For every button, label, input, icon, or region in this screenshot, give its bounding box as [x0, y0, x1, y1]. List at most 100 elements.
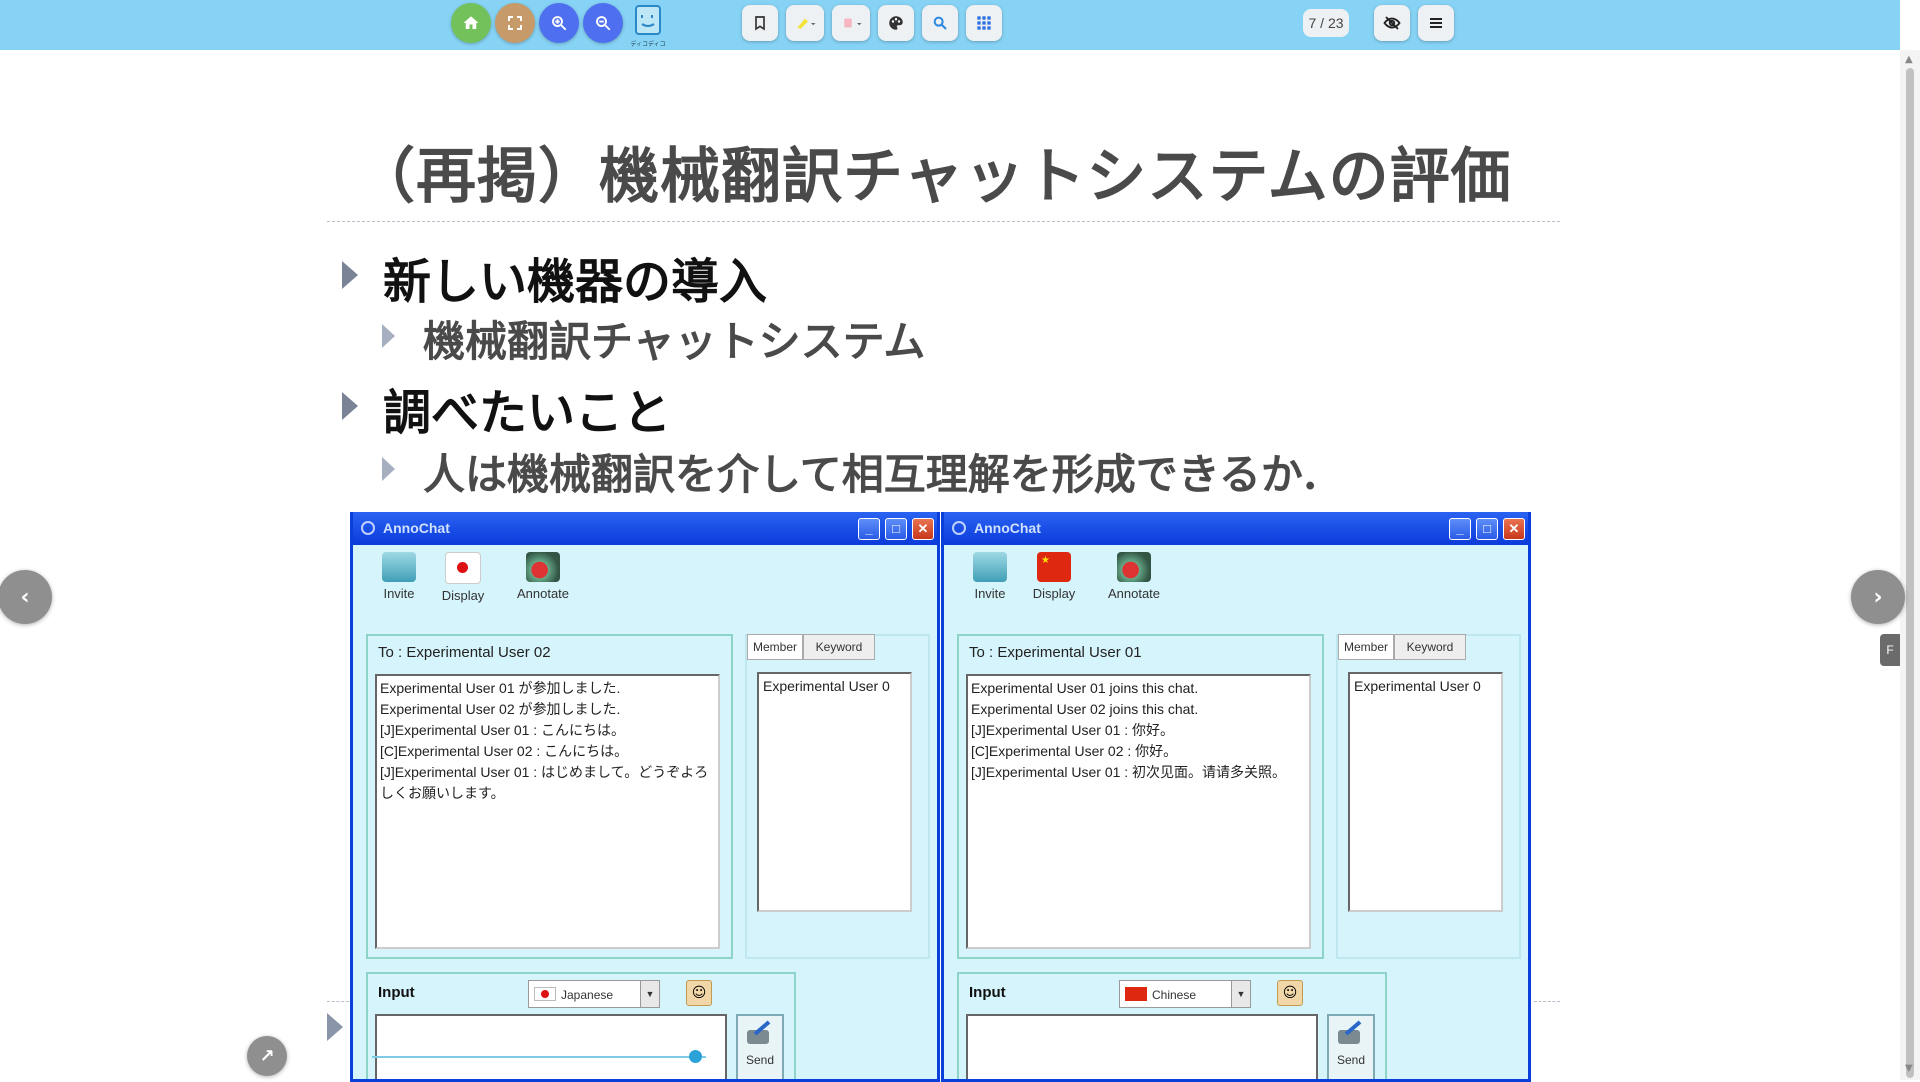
palette-icon: [889, 16, 903, 30]
zoom-in-button[interactable]: [539, 3, 579, 43]
chat-log[interactable]: Experimental User 01 が参加しました. Experiment…: [375, 674, 720, 949]
japan-flag-icon: [534, 987, 556, 1001]
fullscreen-button[interactable]: [495, 3, 535, 43]
hide-button[interactable]: [1374, 5, 1410, 41]
send-label: Send: [745, 1053, 775, 1067]
bookmark-button[interactable]: [742, 5, 778, 41]
search-button[interactable]: [922, 5, 958, 41]
app-icon: [361, 521, 375, 535]
language-select[interactable]: Chinese ▼: [1119, 980, 1251, 1008]
member-list[interactable]: Experimental User 0: [1348, 672, 1503, 912]
search-icon: [933, 16, 947, 30]
palette-button[interactable]: [878, 5, 914, 41]
maximize-button[interactable]: □: [885, 518, 907, 540]
input-label: Input: [378, 984, 415, 1001]
tab-keyword[interactable]: Keyword: [1394, 634, 1466, 660]
maximize-icon: □: [892, 521, 900, 536]
emoji-button[interactable]: ☺: [1277, 980, 1303, 1006]
zoom-in-icon: [552, 16, 567, 31]
minimize-icon: _: [1456, 521, 1464, 536]
input-panel: Input Japanese ▼ ☺ Send: [366, 972, 796, 1079]
message-input[interactable]: [375, 1014, 727, 1079]
dropdown-arrow-icon: ▼: [640, 981, 659, 1007]
member-list[interactable]: Experimental User 0: [757, 672, 912, 912]
home-icon: [463, 16, 479, 29]
send-label: Send: [1336, 1053, 1366, 1067]
logo-icon: [635, 5, 661, 35]
title-divider: [327, 221, 1560, 222]
zoom-out-button[interactable]: [583, 3, 623, 43]
invite-button[interactable]: Invite: [960, 552, 1020, 601]
emoji-button[interactable]: ☺: [686, 980, 712, 1006]
annotate-button[interactable]: Annotate: [1104, 552, 1164, 601]
bullet-level2: 機械翻訳チャットシステム: [423, 317, 926, 366]
minimize-button[interactable]: _: [1449, 518, 1471, 540]
close-button[interactable]: ✕: [1503, 518, 1525, 540]
menu-button[interactable]: [1418, 5, 1454, 41]
invite-icon: [382, 552, 416, 582]
menu-icon: [1430, 18, 1442, 28]
china-flag-icon: ★: [1037, 552, 1071, 582]
maximize-button[interactable]: □: [1476, 518, 1498, 540]
hide-icon: [1383, 16, 1401, 30]
scroll-up-icon[interactable]: ▲: [1905, 54, 1913, 65]
chat-log-panel: To : Experimental User 02 Experimental U…: [366, 634, 733, 959]
tab-member[interactable]: Member: [1338, 634, 1394, 660]
chat-window-chinese: AnnoChat _ □ ✕ Invite ★ Display Annotate…: [941, 512, 1531, 1082]
fullscreen-icon: [508, 16, 522, 30]
progress-track[interactable]: [372, 1056, 706, 1058]
prev-slide-button[interactable]: ‹: [0, 570, 52, 624]
scroll-down-icon[interactable]: ▼: [1905, 1063, 1913, 1074]
chat-message: [J]Experimental User 01 : はじめまして。どうぞよろしく…: [380, 764, 709, 801]
chat-message: Experimental User 02 が参加しました.: [380, 701, 621, 717]
japan-flag-icon: [445, 552, 481, 584]
next-divider: [1534, 1001, 1560, 1002]
recipient-label: To : Experimental User 01: [969, 644, 1142, 661]
language-select[interactable]: Japanese ▼: [528, 980, 660, 1008]
send-icon: [747, 1020, 771, 1044]
dropdown-arrow-icon: ▼: [1231, 981, 1250, 1007]
bullet-marker: [327, 1013, 343, 1041]
minimize-button[interactable]: _: [858, 518, 880, 540]
highlighter-button[interactable]: [786, 5, 824, 41]
home-button[interactable]: [451, 3, 491, 43]
page-indicator: 7 / 23: [1303, 9, 1349, 37]
chat-message: Experimental User 01 joins this chat.: [971, 680, 1199, 696]
grid-button[interactable]: [966, 5, 1002, 41]
display-button[interactable]: Display: [433, 552, 493, 603]
chat-message: [J]Experimental User 01 : こんにちは。: [380, 722, 626, 738]
tab-keyword[interactable]: Keyword: [803, 634, 875, 660]
annotate-label: Annotate: [1107, 586, 1161, 601]
eraser-icon: [844, 18, 862, 28]
message-input[interactable]: [966, 1014, 1318, 1079]
tab-member[interactable]: Member: [747, 634, 803, 660]
annotate-icon: [1117, 552, 1151, 582]
close-button[interactable]: ✕: [912, 518, 934, 540]
bullet-marker: [342, 261, 358, 289]
bullet-level1: 調べたいこと: [383, 385, 672, 441]
maximize-icon: □: [1483, 521, 1491, 536]
chat-message: [C]Experimental User 02 : こんにちは。: [380, 743, 629, 759]
progress-handle[interactable]: [689, 1050, 702, 1063]
invite-button[interactable]: Invite: [369, 552, 429, 601]
expand-button[interactable]: ↗: [247, 1036, 287, 1076]
side-panel-tab[interactable]: F: [1880, 634, 1900, 666]
next-divider: [327, 1001, 349, 1002]
eraser-button[interactable]: [832, 5, 870, 41]
invite-label: Invite: [383, 586, 415, 601]
zoom-out-icon: [596, 16, 611, 31]
send-button[interactable]: Send: [1327, 1014, 1375, 1079]
display-label: Display: [1032, 586, 1076, 601]
vertical-scrollbar[interactable]: ▲ ▼: [1900, 50, 1920, 1080]
send-button[interactable]: Send: [736, 1014, 784, 1079]
member-panel: Member Keyword Experimental User 0: [1336, 634, 1521, 959]
scroll-thumb[interactable]: [1906, 68, 1914, 1078]
annotate-button[interactable]: Annotate: [513, 552, 573, 601]
chat-log[interactable]: Experimental User 01 joins this chat. Ex…: [966, 674, 1311, 949]
recipient-label: To : Experimental User 02: [378, 644, 551, 661]
invite-label: Invite: [974, 586, 1006, 601]
logo-text: ディコディコ: [630, 42, 666, 48]
display-button[interactable]: ★ Display: [1024, 552, 1084, 601]
next-slide-button[interactable]: ›: [1851, 570, 1905, 624]
bullet-marker: [382, 457, 395, 481]
